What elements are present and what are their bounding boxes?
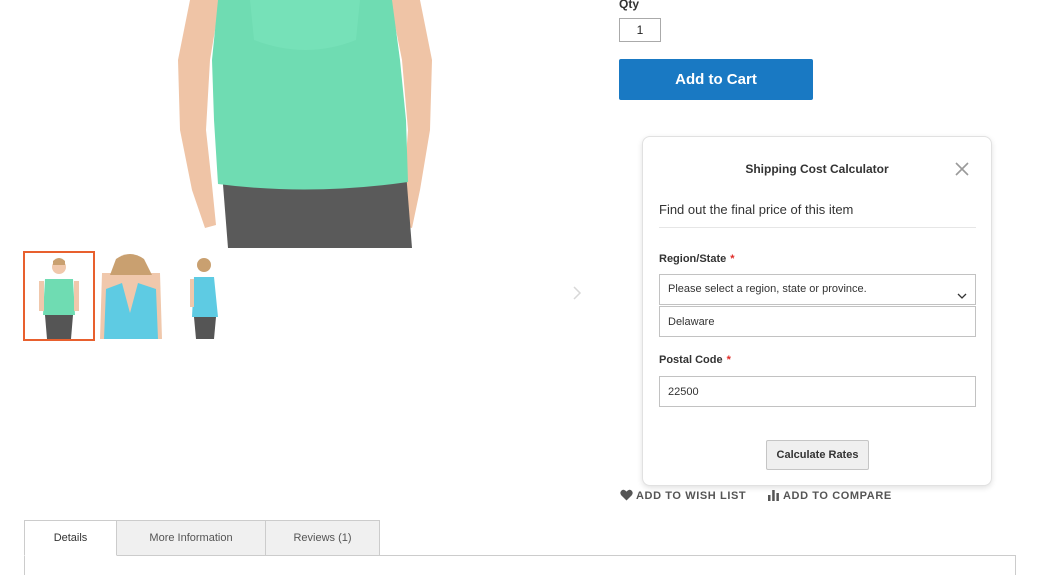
divider <box>659 227 976 228</box>
popup-title: Shipping Cost Calculator <box>745 162 889 176</box>
thumbnail-back[interactable] <box>96 253 164 339</box>
qty-input[interactable] <box>619 18 661 42</box>
tab-content-panel <box>24 555 1016 575</box>
tab-more-information[interactable]: More Information <box>116 520 266 556</box>
required-mark: * <box>730 253 735 265</box>
chevron-down-icon <box>957 284 967 299</box>
region-label: Region/State * <box>659 253 735 265</box>
gallery-next-icon[interactable] <box>570 284 584 302</box>
compare-label: ADD TO COMPARE <box>783 490 892 502</box>
region-input[interactable] <box>659 306 976 337</box>
postal-label: Postal Code * <box>659 354 731 366</box>
close-icon[interactable] <box>954 161 970 177</box>
add-to-compare-link[interactable]: ADD TO COMPARE <box>767 489 892 502</box>
postal-label-text: Postal Code <box>659 354 723 366</box>
thumbnail-front[interactable] <box>23 251 95 341</box>
shipping-calculator-popup: Shipping Cost Calculator Find out the fi… <box>642 136 992 486</box>
required-mark: * <box>726 354 731 366</box>
calculate-rates-button[interactable]: Calculate Rates <box>766 440 869 470</box>
add-to-cart-button[interactable]: Add to Cart <box>619 59 813 100</box>
thumbnail-side[interactable] <box>170 253 238 339</box>
tab-details[interactable]: Details <box>24 520 117 556</box>
postal-code-input[interactable] <box>659 376 976 407</box>
add-to-wishlist-link[interactable]: ADD TO WISH LIST <box>620 489 746 502</box>
main-product-image[interactable] <box>150 0 460 248</box>
popup-subtitle: Find out the final price of this item <box>659 202 854 217</box>
tab-reviews[interactable]: Reviews (1) <box>265 520 380 556</box>
region-label-text: Region/State <box>659 253 727 265</box>
heart-icon <box>620 489 633 501</box>
qty-label: Qty <box>619 0 640 11</box>
region-select[interactable]: Please select a region, state or provinc… <box>659 274 976 305</box>
region-select-value: Please select a region, state or provinc… <box>668 283 867 295</box>
compare-icon <box>768 490 779 501</box>
wishlist-label: ADD TO WISH LIST <box>636 490 747 502</box>
